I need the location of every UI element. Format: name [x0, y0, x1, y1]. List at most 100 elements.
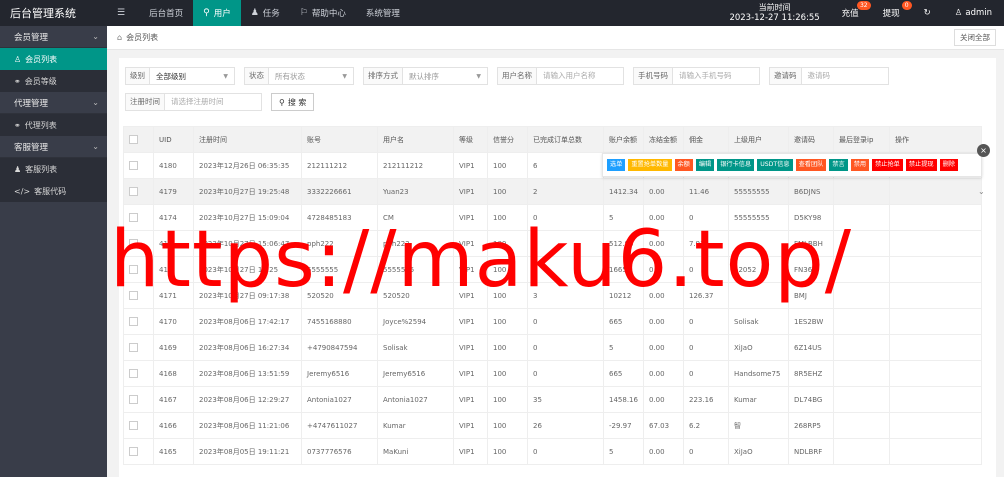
table-cell: 1412.34: [603, 178, 644, 205]
filter-form: 级别 全部级别 ▼ 状态 所有状态 ▼ 排序方式 默认排序 ▼ 用户名称 请输入用户名…: [125, 66, 898, 118]
table-cell: 100: [487, 438, 528, 465]
table-row: 4167 2023年08月06日 12:29:27 Antonia1027 Anton…: [123, 386, 982, 413]
popup-action-button[interactable]: 禁言: [829, 159, 848, 171]
home-icon: ⌂: [117, 33, 123, 42]
table-cell: 223.16: [683, 386, 729, 413]
popup-action-button[interactable]: USDT信息: [757, 159, 793, 171]
table-cell: 4166: [153, 412, 194, 439]
table-cell: 100: [487, 178, 528, 205]
nav-system[interactable]: 系统管理: [356, 0, 410, 26]
nav-tasks[interactable]: ♟ 任务: [241, 0, 290, 26]
close-icon[interactable]: ×: [977, 144, 990, 157]
chevron-down-icon: ⌄: [92, 98, 99, 107]
table-cell: Antonia1027: [301, 386, 378, 413]
table-row: 4170 2023年08月06日 17:42:17 7455168880 Joyce%…: [123, 308, 982, 335]
table-cell: 0: [683, 438, 729, 465]
table-cell: 665: [603, 360, 644, 387]
sidebar-item-agent-list[interactable]: ⚭ 代理列表: [0, 114, 107, 136]
popup-action-button[interactable]: 禁用: [850, 159, 870, 171]
level-select[interactable]: 全部级别 ▼: [150, 68, 234, 84]
row-checkbox[interactable]: [129, 421, 138, 430]
popup-action-button[interactable]: 禁止提现: [905, 159, 937, 171]
table-row: 4168 2023年08月06日 13:51:59 Jeremy6516 Jeremy…: [123, 360, 982, 387]
row-checkbox[interactable]: [129, 395, 138, 404]
popup-action-button[interactable]: 删除: [939, 159, 958, 171]
row-checkbox[interactable]: [129, 369, 138, 378]
sidebar-group-agents[interactable]: 代理管理 ⌄: [0, 92, 107, 114]
sidebar-group-service[interactable]: 客服管理 ⌄: [0, 136, 107, 158]
chevron-down-icon[interactable]: ⌄: [978, 187, 985, 196]
sidebar-item-service-list[interactable]: ♟ 客服列表: [0, 158, 107, 180]
row-checkbox[interactable]: [129, 343, 138, 352]
close-all-tabs-button[interactable]: 关闭全部: [954, 29, 996, 46]
table-cell: VIP1: [453, 152, 488, 179]
menu-toggle-button[interactable]: ☰: [107, 0, 139, 26]
recharge-button[interactable]: 充值 32: [830, 0, 871, 26]
withdraw-button[interactable]: 提现 0: [871, 0, 912, 26]
table-cell: +4790847594: [301, 334, 378, 361]
table-cell: 0.00: [643, 438, 684, 465]
sidebar-item-member-level[interactable]: ⚭ 会员等级: [0, 70, 107, 92]
tab-member-list[interactable]: ⌂ 会员列表: [107, 26, 168, 50]
table-cell: [833, 412, 890, 439]
table-cell: VIP1: [453, 308, 488, 335]
sidebar-group-members[interactable]: 会员管理 ⌄: [0, 26, 107, 48]
sort-select[interactable]: 默认排序 ▼: [403, 68, 487, 84]
row-checkbox[interactable]: [129, 187, 138, 196]
admin-menu[interactable]: ♙ admin: [943, 0, 1004, 26]
refresh-button[interactable]: ↻: [912, 0, 943, 26]
sidebar-item-member-list[interactable]: ♙ 会员列表: [0, 48, 107, 70]
table-cell: 2023年08月06日 11:21:06: [193, 412, 302, 439]
table-cell: 5: [603, 334, 644, 361]
row-checkbox[interactable]: [129, 317, 138, 326]
table-cell: VIP1: [453, 334, 488, 361]
nav-help[interactable]: ⚐ 帮助中心: [290, 0, 356, 26]
table-cell: [833, 438, 890, 465]
popup-action-button[interactable]: 查看团队: [795, 159, 827, 171]
table-row: 4165 2023年08月05日 19:11:21 0737776576 MaKuni…: [123, 438, 982, 465]
popup-action-button[interactable]: 重置抢单数量: [628, 159, 672, 171]
table-cell: [889, 412, 982, 439]
table-cell: [889, 360, 982, 387]
table-cell: 100: [487, 334, 528, 361]
row-checkbox[interactable]: [129, 447, 138, 456]
top-right: 当前时间 2023-12-27 11:26:55 充值 32 提现 0 ↻ ♙ a…: [720, 0, 1004, 26]
sidebar: 会员管理 ⌄ ♙ 会员列表 ⚭ 会员等级 代理管理 ⌄ ⚭ 代理列表 客服管理 ⌄ ♟ 客服列…: [0, 26, 107, 477]
table-cell: 2023年08月06日 13:51:59: [193, 360, 302, 387]
nav-users[interactable]: ⚲ 用户: [193, 0, 241, 26]
popup-action-button[interactable]: 银行卡信息: [717, 159, 755, 171]
user-icon: ♙: [954, 8, 963, 18]
table-cell: 100: [487, 152, 528, 179]
popup-action-button[interactable]: 禁止抢单: [872, 159, 903, 171]
sidebar-item-service-code[interactable]: </> 客服代码: [0, 180, 107, 202]
table-cell: 4165: [153, 438, 194, 465]
chevron-down-icon: ⌄: [92, 142, 99, 151]
invite-code-input[interactable]: 邀请码: [802, 68, 888, 84]
table-cell: MaKuni: [377, 438, 454, 465]
table-cell: 2023年08月05日 19:11:21: [193, 438, 302, 465]
table-cell: 0: [683, 334, 729, 361]
table-cell: 4169: [153, 334, 194, 361]
table-row: 4179 2023年10月27日 19:25:48 3332226661 Yuan23…: [123, 178, 982, 205]
table-cell: 665: [603, 308, 644, 335]
table-cell: XiJaO: [728, 438, 789, 465]
row-checkbox[interactable]: [129, 161, 138, 170]
username-input[interactable]: 请输入用户名称: [537, 68, 623, 84]
table-cell: VIP1: [453, 386, 488, 413]
search-button[interactable]: ⚲ 搜 索: [271, 93, 315, 111]
table-cell: 4168: [153, 360, 194, 387]
table-cell: [833, 178, 890, 205]
table-cell: +4747611027: [301, 412, 378, 439]
regtime-input[interactable]: 请选择注册时间: [165, 94, 261, 110]
status-select[interactable]: 所有状态 ▼: [269, 68, 353, 84]
phone-input[interactable]: 请输入手机号码: [673, 68, 759, 84]
withdraw-badge: 0: [901, 1, 912, 10]
select-all-checkbox[interactable]: [129, 135, 138, 144]
table-cell: Solisak: [728, 308, 789, 335]
popup-action-button[interactable]: 余额: [674, 159, 693, 171]
nav-home[interactable]: 后台首页: [139, 0, 193, 26]
popup-action-button[interactable]: 选单: [607, 159, 626, 171]
popup-action-button[interactable]: 编辑: [695, 159, 715, 171]
table-cell: Handsome75: [728, 360, 789, 387]
status-filter: 状态 所有状态 ▼: [244, 67, 354, 85]
